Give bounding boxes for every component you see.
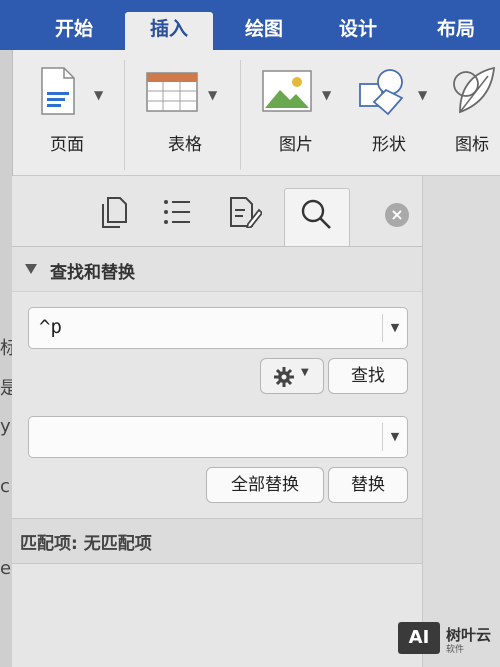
pages-icon[interactable]	[100, 196, 128, 228]
tab-design[interactable]: 设计	[322, 12, 394, 50]
doc-edge-text: y	[0, 416, 11, 437]
chevron-down-icon: ▼	[208, 88, 218, 102]
icons-label: 图标	[455, 135, 489, 155]
chevron-down-icon[interactable]: ▼	[382, 314, 407, 342]
replace-all-button[interactable]: 全部替换	[206, 467, 324, 503]
find-input-value: ^p	[39, 316, 62, 338]
doc-edge-text: e	[0, 558, 12, 579]
options-button[interactable]: ▼	[260, 358, 324, 394]
pane-tab-bar: ×	[12, 176, 422, 247]
replace-input[interactable]: ▼	[28, 416, 408, 458]
doc-edge-text: 标	[0, 338, 12, 359]
watermark: AI 树叶云 软件	[398, 622, 498, 662]
tab-insert[interactable]: 插入	[125, 12, 213, 50]
picture-icon	[262, 70, 312, 112]
ribbon-body: ▼ 页面 ▼ 表格 ▼ 图片 ▼ 形状 图标	[0, 50, 500, 176]
triangle-down-icon	[25, 264, 37, 274]
edit-document-icon[interactable]	[228, 196, 262, 228]
ribbon-divider	[240, 60, 241, 170]
doc-edge-text: 是	[0, 378, 12, 399]
match-status-bar: 匹配项: 无匹配项	[12, 518, 422, 564]
tab-home[interactable]: 开始	[38, 12, 110, 50]
chevron-down-icon: ▼	[94, 88, 104, 102]
chevron-down-icon: ▼	[322, 88, 332, 102]
find-replace-pane: × 查找和替换 ^p ▼ ▼ 查找 ▼ 全部替换 替换 匹配项: 无匹配项	[12, 176, 423, 667]
chevron-down-icon[interactable]: ▼	[382, 423, 407, 451]
chevron-down-icon: ▼	[301, 367, 309, 378]
page-button[interactable]: ▼ 页面	[22, 50, 112, 175]
find-input[interactable]: ^p ▼	[28, 307, 408, 349]
find-replace-header[interactable]: 查找和替换	[12, 246, 422, 292]
page-label: 页面	[50, 135, 84, 155]
watermark-logo: AI	[398, 622, 440, 654]
find-button[interactable]: 查找	[328, 358, 408, 394]
shapes-button[interactable]: ▼ 形状	[346, 50, 432, 175]
shapes-label: 形状	[372, 135, 406, 155]
tab-layout[interactable]: 布局	[420, 12, 492, 50]
section-title: 查找和替换	[50, 263, 135, 283]
close-icon[interactable]: ×	[385, 203, 409, 227]
replace-button[interactable]: 替换	[328, 467, 408, 503]
icons-button[interactable]: 图标	[436, 50, 500, 175]
doc-edge-text: c	[0, 476, 10, 497]
page-icon	[41, 67, 75, 115]
document-area	[423, 176, 500, 667]
table-icon	[146, 72, 198, 112]
table-button[interactable]: ▼ 表格	[140, 50, 230, 175]
search-icon[interactable]	[300, 198, 332, 230]
shapes-icon	[359, 69, 404, 116]
match-status: 匹配项: 无匹配项	[20, 534, 152, 554]
chevron-down-icon: ▼	[418, 88, 428, 102]
tab-draw[interactable]: 绘图	[228, 12, 300, 50]
picture-button[interactable]: ▼ 图片	[250, 50, 342, 175]
ribbon-tab-bar: 开始 插入 绘图 设计 布局	[0, 0, 500, 50]
watermark-sub: 软件	[446, 645, 465, 655]
list-icon[interactable]	[162, 196, 192, 228]
table-label: 表格	[168, 135, 202, 155]
gear-icon	[274, 367, 294, 387]
ribbon-divider	[124, 60, 125, 170]
leaf-icon	[453, 66, 496, 114]
picture-label: 图片	[279, 135, 313, 155]
